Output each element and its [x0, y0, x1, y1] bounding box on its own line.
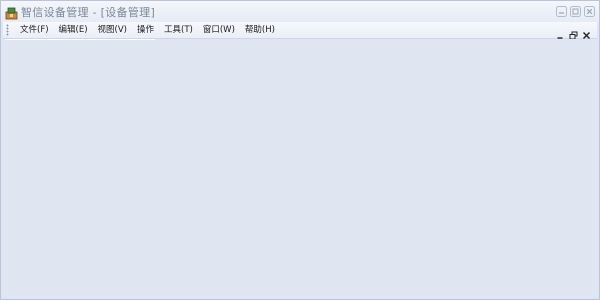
menu-bar: 文件(F) 编辑(E) 视图(V) 操作 工具(T) 窗口(W) 帮助(H) — [3, 22, 597, 40]
menu-window[interactable]: 窗口(W) — [198, 22, 240, 38]
menu-help[interactable]: 帮助(H) — [240, 22, 280, 38]
mdi-minimize-icon[interactable] — [556, 25, 565, 39]
menu-file[interactable]: 文件(F) — [15, 22, 54, 38]
maximize-icon[interactable] — [570, 6, 581, 17]
title-bar[interactable]: 智信设备管理 - [设备管理] — [1, 1, 599, 22]
menu-operate[interactable]: 操作 — [132, 22, 159, 38]
window-title: 智信设备管理 - [设备管理] — [21, 6, 156, 19]
minimize-icon[interactable] — [556, 6, 567, 17]
app-logo-icon[interactable] — [5, 5, 18, 20]
mdi-child-controls — [556, 25, 591, 40]
menu-grip-handle[interactable] — [6, 24, 9, 36]
child-window-strip — [5, 39, 155, 40]
menu-items: 文件(F) 编辑(E) 视图(V) 操作 工具(T) 窗口(W) 帮助(H) — [15, 22, 280, 38]
mdi-close-icon[interactable] — [582, 25, 591, 39]
mdi-client-area[interactable] — [3, 39, 597, 297]
main-window: 智信设备管理 - [设备管理] 文件(F) 编辑(E) 视图(V) 操作 工具(… — [0, 0, 600, 300]
menu-view[interactable]: 视图(V) — [93, 22, 132, 38]
mdi-restore-icon[interactable] — [569, 25, 578, 40]
menu-tools[interactable]: 工具(T) — [159, 22, 198, 38]
close-icon[interactable] — [584, 6, 595, 17]
menu-edit[interactable]: 编辑(E) — [54, 22, 93, 38]
